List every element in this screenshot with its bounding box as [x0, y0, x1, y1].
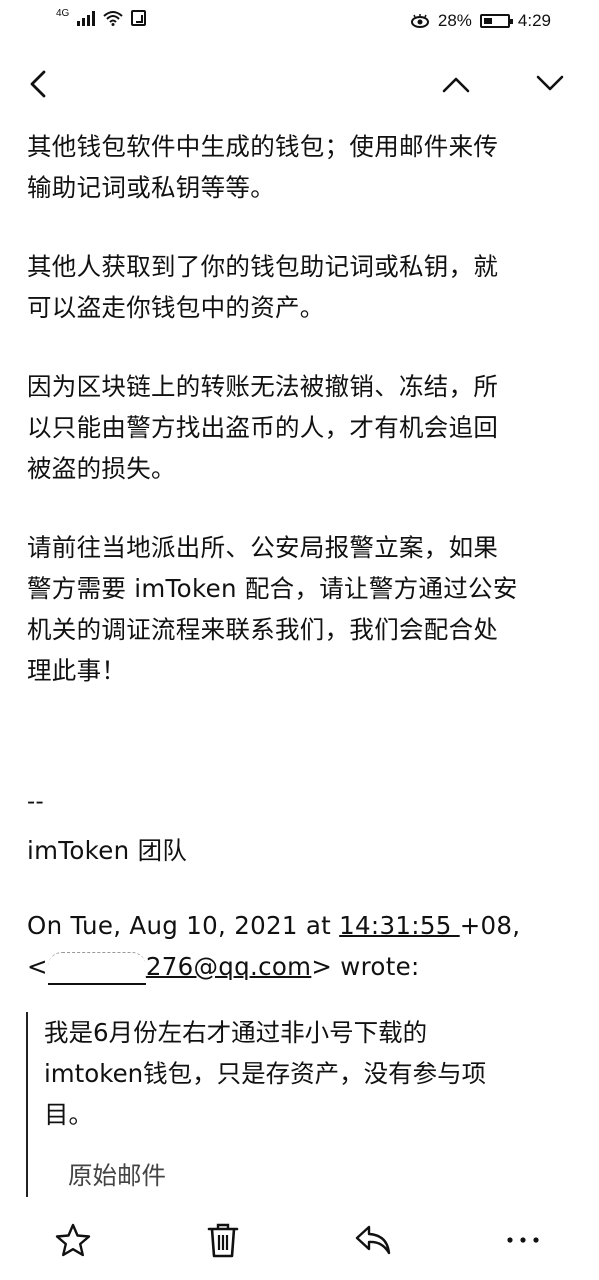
bottom-action-bar [0, 1200, 599, 1280]
quote-header: On Tue, Aug 10, 2021 at 14:31:55 +08, [27, 905, 575, 946]
body-paragraph-4: 请前往当地派出所、公安局报警立案，如果 警方需要 imToken 配合，请让警方… [27, 527, 575, 691]
next-mail-button[interactable] [528, 62, 572, 106]
status-bar: 4G 28% 4:29 [0, 0, 599, 44]
body-line: 输助记词或私钥等等。 [27, 173, 275, 202]
body-line: 被盗的损失。 [27, 454, 176, 483]
quote-sender-line: <276@qq.com> wrote: [27, 946, 575, 987]
signature-separator: -- [27, 788, 44, 815]
quote-line: 目。 [44, 1100, 93, 1129]
body-line: 请前往当地派出所、公安局报警立案，如果 [27, 533, 499, 562]
previous-mail-button[interactable] [434, 62, 478, 106]
more-button[interactable] [498, 1218, 548, 1262]
clock: 4:29 [517, 11, 551, 30]
body-paragraph-1: 其他钱包软件中生成的钱包；使用邮件来传 输助记词或私钥等等。 [27, 126, 575, 208]
body-line: 理此事！ [27, 656, 127, 685]
battery-percent: 28% [437, 11, 472, 30]
quote-line: imtoken钱包，只是存资产，没有参与项 [44, 1059, 487, 1088]
quote-line: 我是6月份左右才通过非小号下载的 [44, 1018, 428, 1047]
body-line: 机关的调证流程来联系我们，我们会配合处 [27, 615, 499, 644]
more-icon [507, 1237, 539, 1243]
body-line: 其他人获取到了你的钱包助记词或私钥，就 [27, 252, 499, 281]
quote-time-link[interactable]: 14:31:55 [339, 911, 460, 940]
redacted-email-part [47, 951, 146, 985]
eye-comfort-icon [410, 14, 429, 28]
body-line: 警方需要 imToken 配合，请让警方通过公安 [27, 574, 518, 603]
status-left: 4G [56, 7, 147, 26]
next-mail-icon [536, 75, 564, 91]
body-line: 可以盗走你钱包中的资产。 [27, 293, 325, 322]
mail-body: 其他钱包软件中生成的钱包；使用邮件来传 输助记词或私钥等等。 其他人获取到了你的… [27, 126, 575, 987]
previous-mail-icon [442, 77, 470, 93]
reply-button[interactable] [348, 1218, 398, 1262]
body-paragraph-2: 其他人获取到了你的钱包助记词或私钥，就 可以盗走你钱包中的资产。 [27, 246, 575, 328]
quoted-message: 我是6月份左右才通过非小号下载的 imtoken钱包，只是存资产，没有参与项 目… [26, 1012, 556, 1197]
signal-icon [77, 10, 96, 26]
quote-timezone: +08, [459, 911, 521, 940]
delete-icon [207, 1223, 239, 1258]
delete-button[interactable] [198, 1218, 248, 1262]
mail-toolbar [0, 50, 599, 122]
body-paragraph-3: 因为区块链上的转账无法被撤销、冻结，所 以只能由警方找出盗币的人，才有机会追回 … [27, 366, 575, 489]
reply-icon [355, 1225, 391, 1255]
back-button[interactable] [16, 62, 60, 106]
nfc-icon [131, 10, 147, 26]
wifi-icon [103, 11, 124, 26]
star-icon [55, 1223, 91, 1257]
status-right: 28% 4:29 [410, 11, 551, 31]
back-chevron-icon [30, 70, 46, 98]
star-button[interactable] [48, 1218, 98, 1262]
battery-icon [479, 14, 513, 28]
quote-wrote: > wrote: [311, 952, 420, 981]
sender-email-link[interactable]: 276@qq.com [146, 952, 311, 981]
quote-date: On Tue, Aug 10, 2021 at [27, 911, 340, 940]
original-mail-label: 原始邮件 [68, 1161, 166, 1190]
network-label: 4G [56, 7, 70, 19]
body-line: 其他钱包软件中生成的钱包；使用邮件来传 [27, 132, 499, 161]
quote-email-open: < [27, 952, 48, 981]
signature-team: imToken 团队 [27, 836, 188, 865]
body-line: 因为区块链上的转账无法被撤销、冻结，所 [27, 372, 499, 401]
body-line: 以只能由警方找出盗币的人，才有机会追回 [27, 413, 499, 442]
